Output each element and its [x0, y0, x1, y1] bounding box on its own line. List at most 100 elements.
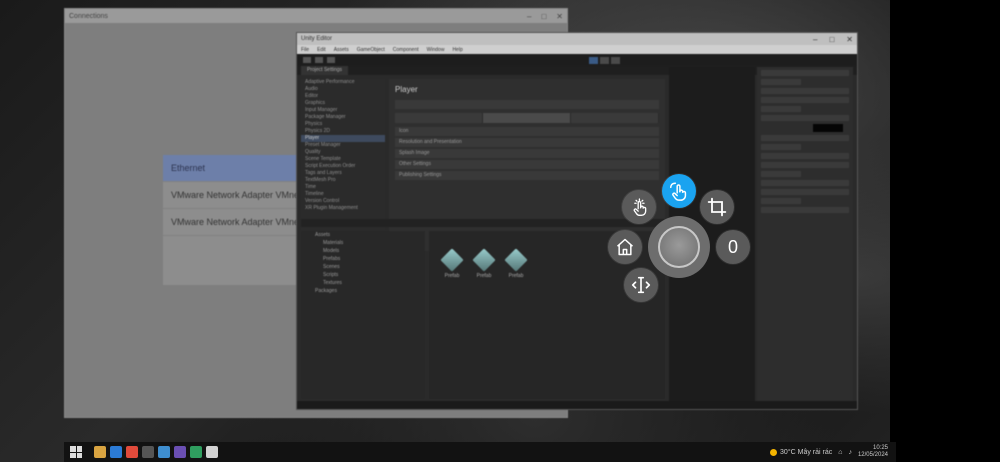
unity-icon[interactable] — [142, 446, 154, 458]
inspector-row[interactable] — [761, 189, 849, 195]
hand-tool-icon[interactable] — [303, 57, 311, 63]
store-icon[interactable] — [158, 446, 170, 458]
inspector-row[interactable] — [761, 180, 849, 186]
unity-editor-window[interactable]: Unity Editor – □ ✕ File Edit Assets Game… — [296, 32, 858, 410]
inspector-row[interactable] — [761, 79, 801, 85]
settings-item[interactable]: XR Plugin Management — [301, 205, 385, 212]
settings-item[interactable]: Scene Template — [301, 156, 385, 163]
minimize-icon[interactable]: – — [527, 12, 531, 21]
inspector-row[interactable] — [761, 207, 849, 213]
folder-row[interactable]: Textures — [301, 279, 425, 287]
folder-row[interactable]: Scripts — [301, 271, 425, 279]
settings-item[interactable]: Audio — [301, 86, 385, 93]
player-section[interactable]: Icon — [395, 127, 659, 136]
settings-item[interactable]: Physics — [301, 121, 385, 128]
tab-android[interactable] — [571, 113, 659, 123]
app-icon[interactable] — [190, 446, 202, 458]
menu-gameobject[interactable]: GameObject — [357, 47, 385, 53]
asset-item[interactable]: Prefab — [501, 248, 531, 279]
counter-button[interactable]: 0 — [716, 230, 750, 264]
player-section[interactable]: Resolution and Presentation — [395, 138, 659, 147]
inspector-row[interactable] — [761, 144, 801, 150]
weather-widget[interactable]: 30°C Mây rải rác — [770, 448, 832, 456]
rotate-tool-icon[interactable] — [327, 57, 335, 63]
folder-row[interactable]: Models — [301, 247, 425, 255]
assistive-center-button[interactable] — [648, 216, 710, 278]
settings-item[interactable]: Physics 2D — [301, 128, 385, 135]
settings-item[interactable]: TextMesh Pro — [301, 177, 385, 184]
minimize-icon[interactable]: – — [813, 35, 817, 44]
asset-label: Prefab — [476, 273, 492, 279]
close-icon[interactable]: ✕ — [556, 12, 563, 21]
inspector-row[interactable] — [761, 135, 849, 141]
step-icon[interactable] — [611, 56, 620, 64]
menu-assets[interactable]: Assets — [334, 47, 349, 53]
inspector-row[interactable] — [761, 153, 849, 159]
settings-item[interactable]: Adaptive Performance — [301, 79, 385, 86]
play-icon[interactable] — [589, 56, 598, 64]
edge-icon[interactable] — [110, 446, 122, 458]
menu-edit[interactable]: Edit — [317, 47, 326, 53]
windows-start-icon[interactable] — [70, 446, 82, 458]
unity-titlebar[interactable]: Unity Editor – □ ✕ — [297, 33, 857, 45]
color-swatch[interactable] — [813, 124, 843, 132]
folder-row[interactable]: Packages — [301, 287, 425, 295]
settings-gear-icon[interactable] — [206, 446, 218, 458]
inspector-row[interactable] — [761, 88, 849, 94]
menu-component[interactable]: Component — [393, 47, 419, 53]
settings-item[interactable]: Preset Manager — [301, 142, 385, 149]
home-button[interactable] — [608, 230, 642, 264]
settings-item[interactable]: Script Execution Order — [301, 163, 385, 170]
file-explorer-icon[interactable] — [94, 446, 106, 458]
move-tool-icon[interactable] — [315, 57, 323, 63]
close-icon[interactable]: ✕ — [846, 35, 853, 44]
settings-item[interactable]: Graphics — [301, 100, 385, 107]
settings-item[interactable]: Timeline — [301, 191, 385, 198]
maximize-icon[interactable]: □ — [829, 35, 834, 44]
pause-icon[interactable] — [600, 56, 609, 64]
inspector-row[interactable] — [761, 97, 849, 103]
folder-row[interactable]: Materials — [301, 239, 425, 247]
window-titlebar[interactable]: Connections – □ ✕ — [65, 9, 567, 23]
asset-item[interactable]: Prefab — [469, 248, 499, 279]
crop-button[interactable] — [700, 190, 734, 224]
inspector-row[interactable] — [761, 171, 801, 177]
settings-item-player[interactable]: Player — [301, 135, 385, 142]
folder-row[interactable]: Assets — [301, 231, 425, 239]
tab-standalone[interactable] — [395, 113, 483, 123]
folder-row[interactable]: Prefabs — [301, 255, 425, 263]
maximize-icon[interactable]: □ — [541, 12, 546, 21]
platform-tabs — [395, 113, 659, 123]
menu-file[interactable]: File — [301, 47, 309, 53]
inspector-row[interactable] — [761, 115, 849, 121]
player-section[interactable]: Splash Image — [395, 149, 659, 158]
inspector-row[interactable] — [761, 70, 849, 76]
volume-icon[interactable]: ♪ — [848, 449, 852, 456]
settings-item[interactable]: Input Manager — [301, 107, 385, 114]
clock[interactable]: 10:25 12/05/2024 — [858, 445, 888, 459]
settings-item[interactable]: Editor — [301, 93, 385, 100]
settings-item[interactable]: Package Manager — [301, 114, 385, 121]
inspector-row[interactable] — [761, 106, 801, 112]
inspector-row[interactable] — [761, 162, 849, 168]
menu-window[interactable]: Window — [427, 47, 445, 53]
settings-item[interactable]: Tags and Layers — [301, 170, 385, 177]
windows-taskbar: 30°C Mây rải rác ⌂ ♪ 10:25 12/05/2024 — [64, 442, 896, 462]
vs-icon[interactable] — [174, 446, 186, 458]
inspector-row[interactable] — [761, 198, 801, 204]
asset-item[interactable]: Prefab — [437, 248, 467, 279]
settings-item[interactable]: Version Control — [301, 198, 385, 205]
settings-item[interactable]: Time — [301, 184, 385, 191]
swipe-gesture-button[interactable] — [662, 174, 696, 208]
tab-webgl[interactable] — [483, 113, 571, 123]
tap-gesture-button[interactable] — [622, 190, 656, 224]
tab-project-settings[interactable]: Project Settings — [301, 66, 349, 75]
network-icon[interactable]: ⌂ — [838, 449, 842, 456]
menu-help[interactable]: Help — [452, 47, 462, 53]
company-name-field[interactable] — [395, 100, 659, 109]
folder-row[interactable]: Scenes — [301, 263, 425, 271]
chrome-icon[interactable] — [126, 446, 138, 458]
resize-button[interactable] — [624, 268, 658, 302]
settings-item[interactable]: Quality — [301, 149, 385, 156]
player-section[interactable]: Other Settings — [395, 160, 659, 169]
